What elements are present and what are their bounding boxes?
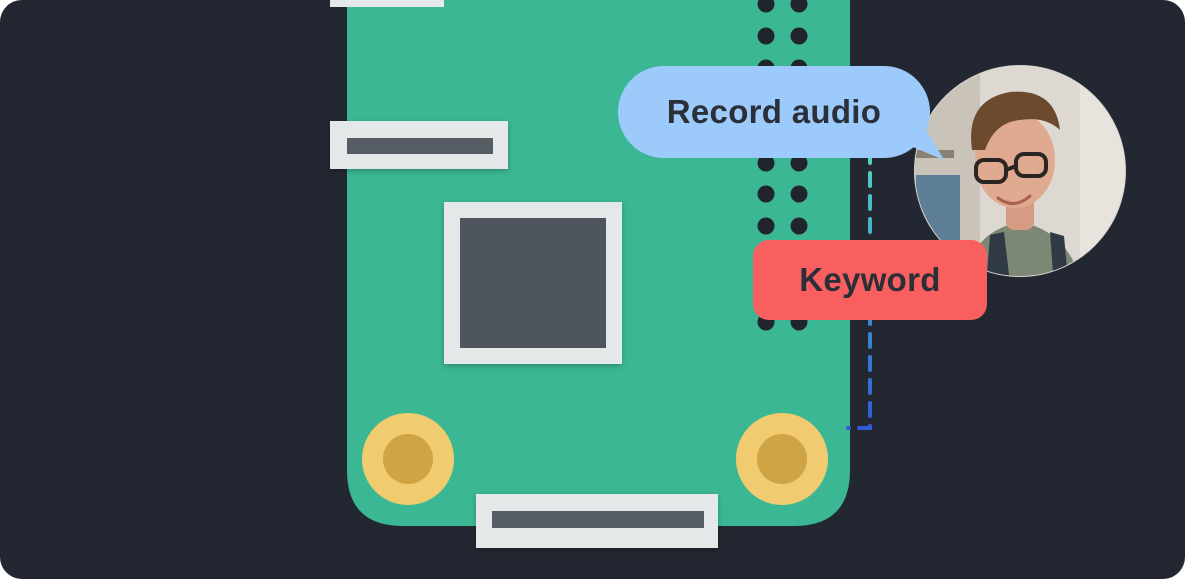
record-audio-label: Record audio xyxy=(666,93,882,130)
bottom-connector xyxy=(476,494,718,548)
keyword-label: Keyword xyxy=(799,261,941,298)
board-illustration xyxy=(330,0,1126,548)
left-connector xyxy=(330,121,508,169)
diagram-canvas: Record audio Keyword xyxy=(0,0,1185,579)
mount-hole-left xyxy=(362,413,454,505)
mount-hole-right xyxy=(736,413,828,505)
record-audio-bubble: Record audio xyxy=(618,66,930,158)
top-connector xyxy=(330,0,444,7)
keyword-tag: Keyword xyxy=(753,240,987,320)
processor-chip xyxy=(444,202,622,364)
